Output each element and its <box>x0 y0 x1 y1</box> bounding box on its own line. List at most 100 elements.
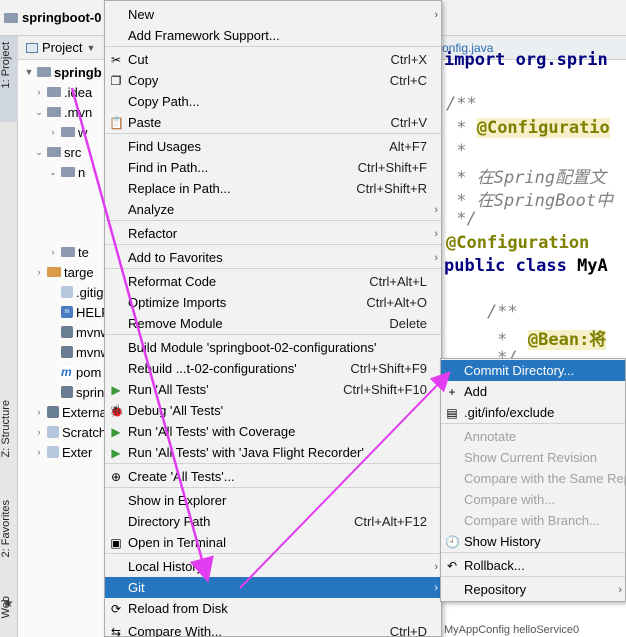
menu-item-find-usages[interactable]: Find Usages Alt+F7 <box>105 136 441 157</box>
folder-icon <box>47 87 61 97</box>
tree-item[interactable]: ⌄ n <box>48 162 85 182</box>
menu-item-remove-module[interactable]: Remove Module Delete <box>105 313 441 334</box>
debug-icon: 🐞 <box>109 403 124 418</box>
menu-item-compare-with-the-same-rep: Compare with the Same Rep <box>441 468 626 489</box>
tree-item[interactable]: › .idea <box>34 82 93 102</box>
compare-icon: ⇆ <box>110 624 122 637</box>
tree-item[interactable]: ⌄ .mvn <box>34 102 92 122</box>
file-icon: m <box>61 306 73 318</box>
expand-arrow-icon[interactable]: ⌄ <box>34 147 44 158</box>
folder-icon <box>47 147 61 157</box>
menu-item-create-all-tests[interactable]: ⊕ Create 'All Tests'... <box>105 466 441 487</box>
menu-item-reload-from-disk[interactable]: ⟳ Reload from Disk <box>105 598 441 619</box>
project-panel: Project ▼ ▼ springb › .idea ⌄ .mvn › w ⌄ src ⌄ n › te… <box>18 36 113 637</box>
menu-item-label: Find Usages <box>128 139 201 154</box>
chevron-down-icon[interactable]: ▼ <box>86 43 95 53</box>
menu-separator <box>105 463 441 464</box>
menu-item-refactor[interactable]: Refactor › <box>105 223 441 244</box>
menu-item-shortcut: Ctrl+Shift+R <box>356 181 427 196</box>
tree-item[interactable]: › te <box>48 242 89 262</box>
run-icon: ▶ <box>111 382 121 397</box>
folder-icon <box>61 167 75 177</box>
menu-item-find-in-path[interactable]: Find in Path... Ctrl+Shift+F <box>105 157 441 178</box>
menu-item-directory-path[interactable]: Directory Path Ctrl+Alt+F12 <box>105 511 441 532</box>
menu-item-reformat-code[interactable]: Reformat Code Ctrl+Alt+L <box>105 271 441 292</box>
project-view-label[interactable]: Project <box>42 40 82 55</box>
favorites-tool-button[interactable]: 2: Favorites <box>0 500 18 557</box>
expand-arrow-icon[interactable]: › <box>34 407 44 417</box>
menu-item-paste[interactable]: 📋 Paste Ctrl+V <box>105 112 441 133</box>
menu-item-local-history[interactable]: Local History › <box>105 556 441 577</box>
expand-arrow-icon[interactable]: › <box>48 127 58 137</box>
expand-arrow-icon[interactable]: › <box>34 87 44 97</box>
tree-item[interactable]: sprin <box>48 382 104 402</box>
menu-item-cut[interactable]: ✂ Cut Ctrl+X <box>105 49 441 70</box>
menu-item-run-all-tests[interactable]: ▶ Run 'All Tests' Ctrl+Shift+F10 <box>105 379 441 400</box>
tree-item[interactable]: ▼ springb <box>24 62 102 82</box>
menu-item-git[interactable]: Git › <box>105 577 441 598</box>
menu-item-add-framework-support[interactable]: Add Framework Support... <box>105 25 441 46</box>
menu-item-label: Copy Path... <box>128 94 200 109</box>
tool-window-stripe: 1: Project Z: Structure 2: Favorites ★ W… <box>0 36 18 637</box>
menu-item-open-in-terminal[interactable]: ▣ Open in Terminal <box>105 532 441 553</box>
menu-item-add[interactable]: + Add <box>441 381 625 402</box>
menu-item-run-all-tests-with-coverage[interactable]: ▶ Run 'All Tests' with Coverage <box>105 421 441 442</box>
expand-arrow-icon[interactable]: › <box>34 447 44 457</box>
tree-item-label: Exter <box>62 444 93 460</box>
menu-item-add-to-favorites[interactable]: Add to Favorites › <box>105 247 441 268</box>
code-line: * @Bean:将 <box>446 330 607 350</box>
web-tool-button[interactable]: Web <box>0 596 18 618</box>
menu-item-show-current-revision: Show Current Revision <box>441 447 625 468</box>
expand-arrow-icon[interactable]: › <box>48 247 58 257</box>
menu-item-debug-all-tests[interactable]: 🐞 Debug 'All Tests' <box>105 400 441 421</box>
project-name: springboot-0 <box>22 10 102 25</box>
terminal-icon: ▣ <box>110 535 122 550</box>
tree-item-label: te <box>78 244 89 260</box>
menu-item-analyze[interactable]: Analyze › <box>105 199 441 220</box>
tree-item[interactable]: › Scratche <box>34 422 114 442</box>
menu-item-rollback[interactable]: ↶ Rollback... <box>441 555 625 576</box>
menu-item-run-all-tests-with-java-flight-recorder[interactable]: ▶ Run 'All Tests' with 'Java Flight Recor… <box>105 442 441 463</box>
menu-item-show-in-explorer[interactable]: Show in Explorer <box>105 490 441 511</box>
file-icon <box>47 406 59 418</box>
menu-item-repository[interactable]: Repository › <box>441 579 625 600</box>
code-line: * @Configuratio <box>446 118 610 138</box>
expand-arrow-icon[interactable]: ⌄ <box>48 167 58 178</box>
tree-item[interactable]: .gitig <box>48 282 103 302</box>
expand-arrow-icon[interactable]: › <box>34 267 44 277</box>
menu-item-git-info-exclude[interactable]: ▤ .git/info/exclude <box>441 402 625 423</box>
tree-item[interactable]: mvnw <box>48 342 110 362</box>
menu-item-replace-in-path[interactable]: Replace in Path... Ctrl+Shift+R <box>105 178 441 199</box>
exclude-file-icon: ▤ <box>446 405 458 420</box>
menu-item-copy[interactable]: ❐ Copy Ctrl+C <box>105 70 441 91</box>
rollback-icon: ↶ <box>446 558 458 573</box>
editor-breadcrumb-tabs[interactable]: MyAppConfig helloService0 <box>444 624 579 637</box>
menu-item-compare-with[interactable]: ⇆ Compare With... Ctrl+D <box>105 621 441 637</box>
tree-item[interactable]: m pom <box>48 362 101 382</box>
menu-item-new[interactable]: New › <box>105 4 441 25</box>
menu-item-show-history[interactable]: 🕘 Show History <box>441 531 625 552</box>
tree-item[interactable]: › External <box>34 402 110 422</box>
tree-item[interactable]: › w <box>48 122 88 142</box>
tree-item[interactable]: m HELP <box>48 302 110 322</box>
tree-item[interactable]: › Exter <box>34 442 93 462</box>
expand-arrow-icon[interactable]: › <box>34 427 44 437</box>
project-tool-button[interactable]: 1: Project <box>0 36 18 122</box>
menu-item-build-module-springboot-02-configurations[interactable]: Build Module 'springboot-02-configuratio… <box>105 337 441 358</box>
menu-item-label: Repository <box>464 582 527 597</box>
project-tool-label: 1: Project <box>0 42 12 89</box>
menu-separator <box>105 220 441 221</box>
expand-arrow-icon[interactable]: ▼ <box>24 67 34 77</box>
menu-item-commit-directory[interactable]: Commit Directory... <box>441 360 625 381</box>
menu-item-rebuild-t-02-configurations[interactable]: Rebuild ...t-02-configurations' Ctrl+Shif… <box>105 358 441 379</box>
menu-item-optimize-imports[interactable]: Optimize Imports Ctrl+Alt+O <box>105 292 441 313</box>
tree-item[interactable]: ⌄ src <box>34 142 81 162</box>
menu-item-copy-path[interactable]: Copy Path... <box>105 91 441 112</box>
tree-item[interactable]: › targe <box>34 262 94 282</box>
expand-arrow-icon[interactable]: ⌄ <box>34 107 44 118</box>
ide-window: springboot-0 1: Project Z: Structure 2: … <box>0 0 626 637</box>
menu-item-compare-with-branch: Compare with Branch... <box>441 510 625 531</box>
structure-tool-button[interactable]: Z: Structure <box>0 400 18 457</box>
tree-item-label: .gitig <box>76 284 104 300</box>
tree-item[interactable]: mvnw <box>48 322 110 342</box>
